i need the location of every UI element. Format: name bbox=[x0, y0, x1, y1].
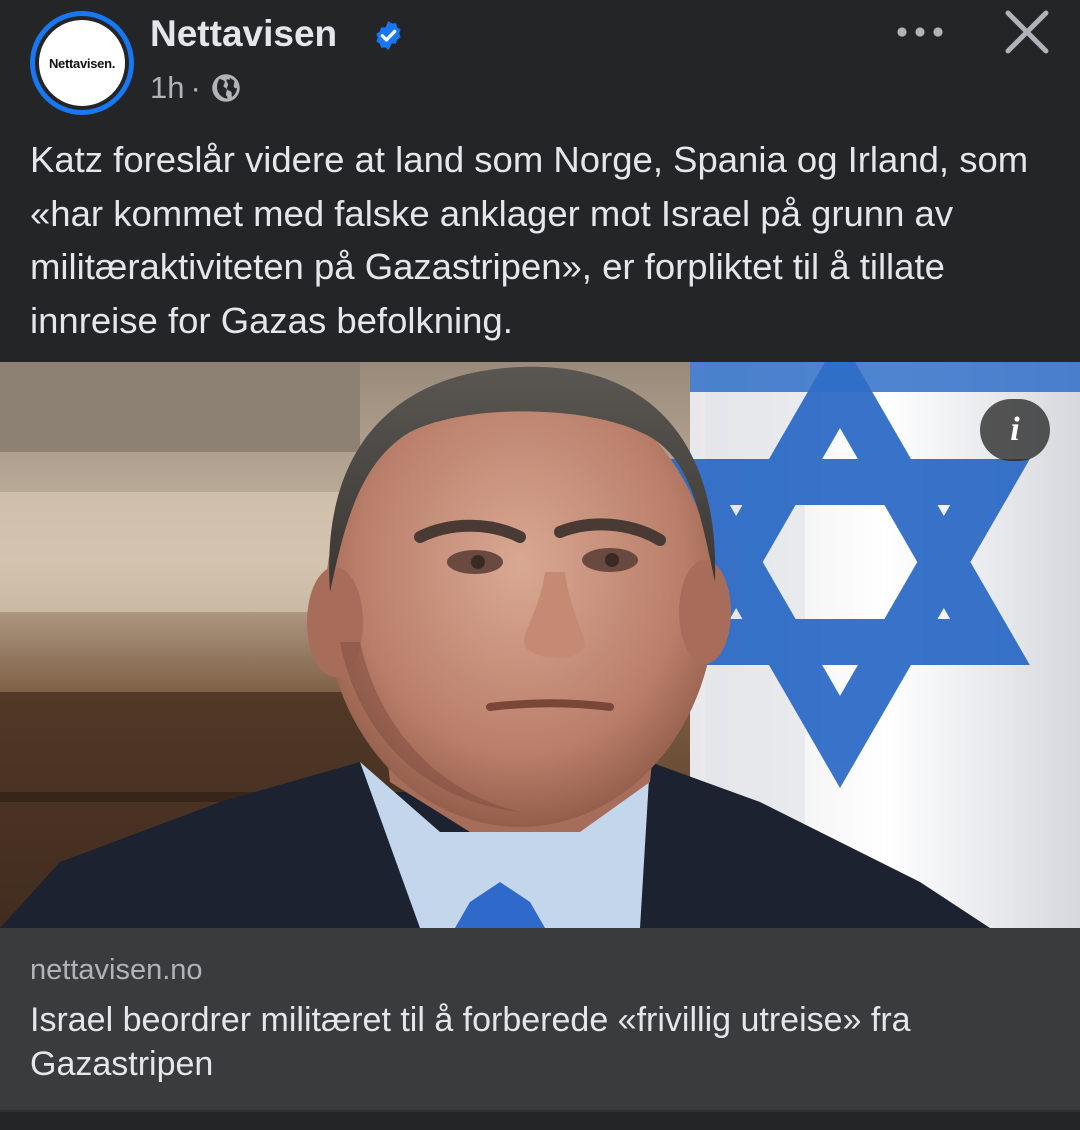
link-preview[interactable]: nettavisen.no Israel beordrer militæret … bbox=[0, 928, 1080, 1110]
globe-icon bbox=[212, 74, 240, 102]
post-meta: 1h · bbox=[150, 68, 241, 108]
timestamp[interactable]: 1h bbox=[150, 70, 184, 106]
verified-badge-icon bbox=[376, 21, 401, 50]
avatar-logo-text: Nettavisen. bbox=[48, 55, 116, 71]
meta-separator: · bbox=[190, 70, 201, 105]
link-domain: nettavisen.no bbox=[30, 954, 203, 986]
page-name[interactable]: Nettavisen bbox=[150, 12, 337, 56]
post-photo[interactable] bbox=[0, 362, 1080, 928]
avatar[interactable]: Nettavisen. bbox=[30, 11, 134, 115]
link-title[interactable]: Israel beordrer militæret til å forbered… bbox=[30, 998, 1060, 1086]
info-icon: i bbox=[1010, 411, 1020, 448]
post-caption: Katz foreslår videre at land som Norge, … bbox=[30, 139, 1029, 341]
more-options-icon[interactable] bbox=[892, 14, 948, 50]
facebook-post: Nettavisen. Nettavisen 1h · Katz foreslå… bbox=[0, 0, 1080, 1130]
ad-info-button[interactable]: i bbox=[980, 399, 1050, 461]
close-icon[interactable] bbox=[1002, 7, 1052, 57]
divider bbox=[0, 1110, 1080, 1112]
portrait-photo-illustration bbox=[0, 362, 1080, 928]
post-header: Nettavisen. Nettavisen 1h · bbox=[0, 0, 1080, 125]
